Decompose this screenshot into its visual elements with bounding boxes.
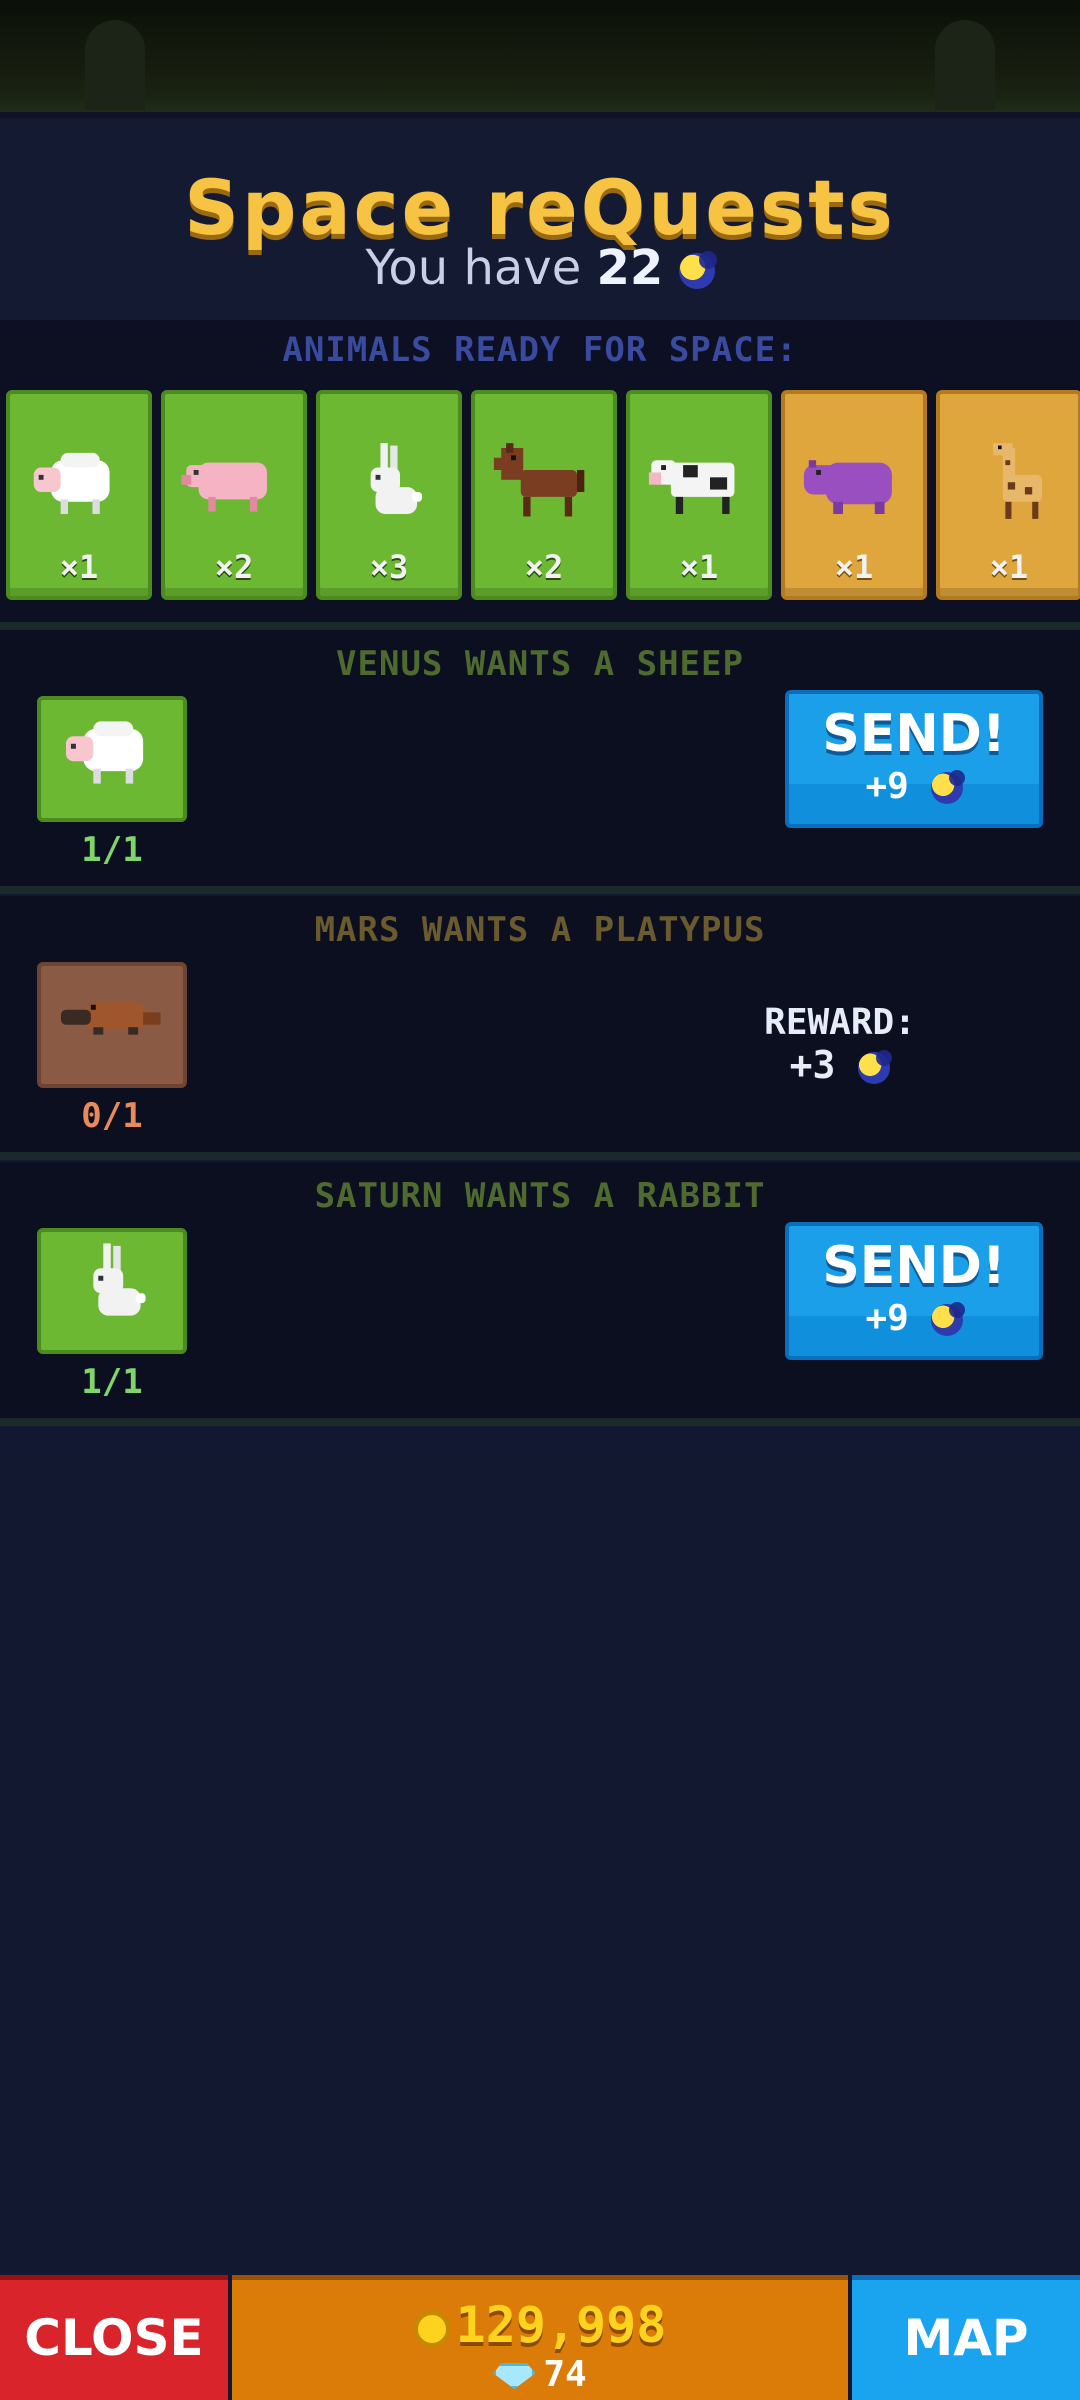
- ready-animals-label: ANIMALS READY FOR SPACE:: [282, 330, 798, 370]
- send-reward: +9: [789, 1298, 1039, 1339]
- balance-prefix: You have: [365, 240, 582, 296]
- pig-icon: [179, 438, 289, 528]
- coin-balance: 129,998: [232, 2296, 848, 2354]
- animal-card-cow[interactable]: ×1: [626, 390, 772, 600]
- giraffe-icon: [954, 438, 1064, 528]
- animal-card-rabbit[interactable]: ×3: [316, 390, 462, 600]
- horse-icon: [489, 438, 599, 528]
- reward-amount: +9: [865, 1298, 931, 1339]
- animal-count: ×1: [679, 548, 719, 586]
- animal-count: ×1: [59, 548, 99, 586]
- quest-reward: REWARD: +3: [720, 1002, 960, 1087]
- reward-value: +3: [720, 1043, 960, 1087]
- sheep-icon: [56, 706, 168, 798]
- rabbit-icon: [56, 1238, 168, 1330]
- coin-icon: [413, 2310, 450, 2347]
- send-button-label: SEND!: [822, 704, 1006, 764]
- divider: [0, 886, 1080, 894]
- animal-count: ×1: [989, 548, 1029, 586]
- sheep-icon: [24, 438, 134, 528]
- quest-animal-slot: [37, 696, 187, 822]
- cow-icon: [644, 438, 754, 528]
- gem-count: 74: [543, 2354, 587, 2395]
- send-button[interactable]: SEND! +9: [785, 1222, 1043, 1360]
- coin-count: 129,998: [455, 2296, 667, 2354]
- send-button-label: SEND!: [822, 1236, 1006, 1296]
- background-silhouette: [935, 20, 995, 110]
- quest-title: SATURN WANTS A RABBIT: [314, 1176, 766, 1216]
- background-strip: [0, 0, 1080, 118]
- animal-card-pig[interactable]: ×2: [161, 390, 307, 600]
- send-button[interactable]: SEND! +9: [785, 690, 1043, 828]
- moon-coin-icon: [930, 770, 965, 804]
- hippo-icon: [799, 438, 909, 528]
- quest-title: VENUS WANTS A SHEEP: [336, 644, 744, 684]
- send-reward: +9: [789, 766, 1039, 807]
- quest-animal-slot: [37, 962, 187, 1088]
- gem-balance: 74: [232, 2354, 848, 2395]
- quest-animal-slot: [37, 1228, 187, 1354]
- animal-card-sheep[interactable]: ×1: [6, 390, 152, 600]
- quest-progress: 1/1: [81, 1362, 143, 1402]
- quest-title: MARS WANTS A PLATYPUS: [314, 910, 766, 950]
- reward-amount: +9: [865, 766, 931, 807]
- quest-progress: 0/1: [81, 1096, 143, 1136]
- animal-card-hippo[interactable]: ×1: [781, 390, 927, 600]
- animal-card-horse[interactable]: ×2: [471, 390, 617, 600]
- close-button[interactable]: CLOSE: [0, 2275, 228, 2400]
- moon-coin-icon: [858, 1049, 893, 1084]
- quest-row: SATURN WANTS A RABBIT 1/1 SEND! +9: [0, 1162, 1080, 1418]
- reward-label: REWARD:: [764, 1002, 916, 1043]
- animal-card-giraffe[interactable]: ×1: [936, 390, 1080, 600]
- gem-icon: [493, 2363, 536, 2389]
- moon-coin-icon: [678, 251, 717, 289]
- reward-amount: +3: [789, 1043, 859, 1087]
- currency-balance: You have 22: [0, 240, 1080, 296]
- balance-count: 22: [596, 240, 664, 296]
- quest-row: MARS WANTS A PLATYPUS 0/1 REWARD: +3: [0, 896, 1080, 1152]
- animal-count: ×1: [834, 548, 874, 586]
- divider: [0, 1418, 1080, 1426]
- page-title: Space reQuests: [184, 163, 896, 252]
- quest-row: VENUS WANTS A SHEEP 1/1 SEND! +9: [0, 630, 1080, 886]
- animal-count: ×3: [369, 548, 409, 586]
- divider: [0, 622, 1080, 630]
- moon-coin-icon: [930, 1302, 965, 1336]
- background-silhouette: [85, 20, 145, 110]
- map-button[interactable]: MAP: [852, 2275, 1080, 2400]
- header: Space reQuests You have 22: [0, 118, 1080, 320]
- animal-count: ×2: [214, 548, 254, 586]
- divider: [0, 1152, 1080, 1160]
- quest-progress: 1/1: [81, 830, 143, 870]
- rabbit-icon: [334, 438, 444, 528]
- bottom-bar: CLOSE 129,998 74 MAP: [0, 2275, 1080, 2400]
- platypus-icon: [56, 972, 168, 1064]
- animal-count: ×2: [524, 548, 564, 586]
- currency-display: 129,998 74: [232, 2275, 848, 2400]
